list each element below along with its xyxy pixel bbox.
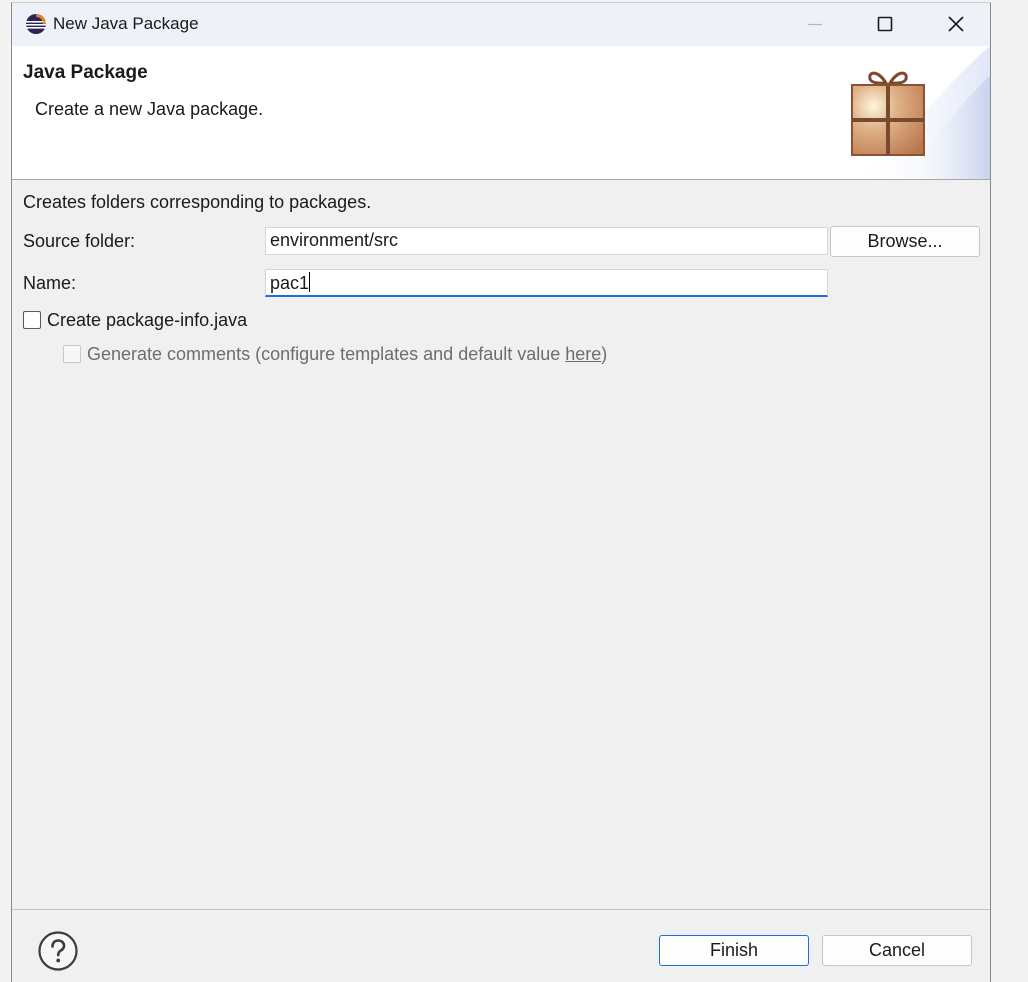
configure-templates-link[interactable]: here <box>565 344 601 364</box>
maximize-button[interactable] <box>850 3 920 46</box>
generate-comments-suffix: ) <box>601 344 608 364</box>
source-folder-label: Source folder: <box>23 231 136 251</box>
source-folder-value: environment/src <box>270 230 399 250</box>
maximize-icon <box>877 16 893 32</box>
package-wizard-icon <box>851 71 925 156</box>
close-button[interactable] <box>920 3 990 46</box>
package-name-value: pac1 <box>270 273 310 293</box>
wizard-intro-text: Creates folders corresponding to package… <box>23 192 372 212</box>
package-name-label: Name: <box>23 273 77 293</box>
create-package-info-label[interactable]: Create package-info.java <box>47 310 247 331</box>
package-name-input[interactable]: pac1 <box>265 269 828 297</box>
window-title: New Java Package <box>53 14 199 33</box>
help-icon[interactable] <box>37 930 79 972</box>
generate-comments-checkbox <box>63 345 81 363</box>
wizard-header: Java Package Create a new Java package. <box>12 46 990 180</box>
generate-comments-label: Generate comments (configure templates a… <box>87 344 607 365</box>
footer-separator <box>12 909 990 910</box>
text-caret <box>309 272 311 292</box>
generate-comments-text: Generate comments (configure templates a… <box>87 344 566 364</box>
minimize-button[interactable] <box>780 3 850 46</box>
browse-button[interactable]: Browse... <box>830 226 980 257</box>
wizard-page-title: Java Package <box>23 62 148 83</box>
source-folder-input[interactable]: environment/src <box>265 227 828 255</box>
new-java-package-dialog: New Java Package Java Package Create a n… <box>11 2 991 982</box>
wizard-page-description: Create a new Java package. <box>35 99 264 119</box>
cancel-button[interactable]: Cancel <box>822 935 972 966</box>
create-package-info-checkbox[interactable] <box>23 311 41 329</box>
title-bar[interactable]: New Java Package <box>12 3 990 46</box>
close-icon <box>948 16 964 32</box>
minimize-icon <box>808 23 822 26</box>
eclipse-icon <box>26 14 46 34</box>
finish-button[interactable]: Finish <box>659 935 809 966</box>
